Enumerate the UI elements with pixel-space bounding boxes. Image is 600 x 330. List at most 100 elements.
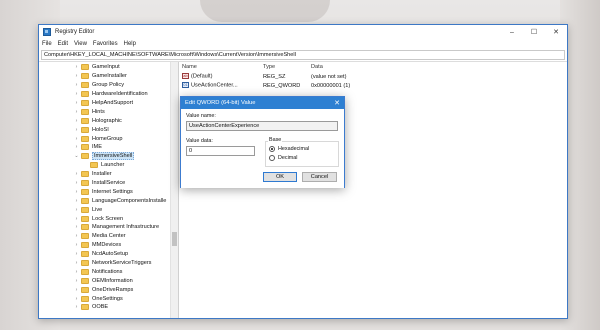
expand-chevron-icon[interactable]: › [72,269,81,275]
tree-item-media-center[interactable]: › Media Center [39,232,170,241]
tree-item-lock-screen[interactable]: › Lock Screen [39,214,170,223]
expand-chevron-icon[interactable]: › [72,296,81,302]
menu-edit[interactable]: Edit [58,41,68,47]
tree-item-hardwareidentification[interactable]: › HardwareIdentification [39,90,170,99]
tree-item-group-policy[interactable]: › Group Policy [39,81,170,90]
tree-item-label: IME [92,144,102,151]
hexadecimal-label[interactable]: Hexadecimal [278,146,309,152]
minimize-button[interactable]: – [501,25,523,39]
tree-item-holographic[interactable]: › Holographic [39,116,170,125]
tree-item-languagecomponentsinstalle[interactable]: › LanguageComponentsInstalle [39,196,170,205]
decimal-radio[interactable] [269,155,275,161]
value-row[interactable]: 01 UseActionCenter... REG_QWORD 0x0000000… [179,81,567,90]
expand-chevron-icon[interactable]: › [72,287,81,293]
tree-item-label: MMDevices [92,242,122,249]
tree-item-internet-settings[interactable]: › Internet Settings [39,187,170,196]
value-row[interactable]: ab (Default) REG_SZ (value not set) [179,72,567,81]
binary-value-icon: 01 [182,82,189,89]
base-group [265,141,339,167]
tree-item-management-infrastructure[interactable]: › Management Infrastructure [39,223,170,232]
dialog-body: Value name: UseActionCenterExperience Va… [181,109,344,188]
tree-item-installservice[interactable]: › InstallService [39,179,170,188]
folder-icon [81,268,89,275]
column-type[interactable]: Type [263,64,311,70]
tree-item-homegroup[interactable]: › HomeGroup [39,134,170,143]
tree-item-oobe[interactable]: › OOBE [39,303,170,312]
tree-item-live[interactable]: › Live [39,205,170,214]
cancel-button[interactable]: Cancel [302,172,337,182]
tree-item-mmdevices[interactable]: › MMDevices [39,241,170,250]
tree-scrollbar[interactable] [170,62,178,318]
expand-chevron-icon[interactable]: › [72,180,81,186]
menu-view[interactable]: View [74,41,87,47]
tree-item-onesettings[interactable]: › OneSettings [39,294,170,303]
tree-item-onedriveramps[interactable]: › OneDriveRamps [39,285,170,294]
tree-item-notifications[interactable]: › Notifications [39,267,170,276]
expand-chevron-icon[interactable]: › [72,260,81,266]
tree-item-launcher[interactable]: Launcher [39,161,170,170]
expand-chevron-icon[interactable]: › [72,127,81,133]
expand-chevron-icon[interactable]: › [72,136,81,142]
tree-item-label: GameInstaller [92,73,127,80]
desktop-background-detail [200,0,330,22]
expand-chevron-icon[interactable]: › [72,189,81,195]
expand-chevron-icon[interactable]: › [72,91,81,97]
title-bar[interactable]: Registry Editor – ☐ ✕ [39,25,567,39]
folder-icon [81,91,89,98]
decimal-label[interactable]: Decimal [278,155,297,161]
value-data-input[interactable]: 0 [186,146,255,156]
menu-file[interactable]: File [42,41,52,47]
expand-chevron-icon[interactable]: › [72,144,81,150]
value-name-field[interactable]: UseActionCenterExperience [186,121,338,131]
expand-chevron-icon[interactable]: › [72,64,81,70]
folder-icon [81,251,89,258]
tree-item-label: Media Center [92,233,126,240]
tree-item-holosi[interactable]: › HoloSI [39,125,170,134]
expand-chevron-icon[interactable]: › [72,207,81,213]
expand-chevron-icon[interactable]: › [72,109,81,115]
ok-button[interactable]: OK [263,172,297,182]
close-button[interactable]: ✕ [545,25,567,39]
tree-item-oeminformation[interactable]: › OEMInformation [39,276,170,285]
tree-item-label: Management Infrastructure [92,224,160,231]
expand-chevron-icon[interactable]: › [72,198,81,204]
folder-icon [81,304,89,311]
folder-icon [81,295,89,302]
values-header: Name Type Data [179,62,567,72]
expand-chevron-icon[interactable]: › [72,73,81,79]
value-name: UseActionCenter... [191,82,238,89]
column-name[interactable]: Name [179,64,263,70]
maximize-button[interactable]: ☐ [523,25,545,39]
collapse-chevron-icon[interactable]: ⌄ [72,153,81,159]
expand-chevron-icon[interactable]: › [72,118,81,124]
tree-scrollbar-thumb[interactable] [172,232,177,246]
column-data[interactable]: Data [311,64,567,70]
tree-item-immersiveshell[interactable]: ⌄ ImmersiveShell [39,152,170,161]
tree-item-gameinstaller[interactable]: › GameInstaller [39,72,170,81]
expand-chevron-icon[interactable]: › [72,242,81,248]
expand-chevron-icon[interactable]: › [72,233,81,239]
menu-favorites[interactable]: Favorites [93,41,118,47]
dialog-title-bar[interactable]: Edit QWORD (64-bit) Value ✕ [181,97,344,109]
expand-chevron-icon[interactable]: › [72,224,81,230]
dialog-close-button[interactable]: ✕ [330,99,344,107]
expand-chevron-icon[interactable]: › [72,100,81,106]
tree-item-hints[interactable]: › Hints [39,107,170,116]
key-tree: › GameInput › GameInstaller › Group Policy › Ha… [39,63,170,312]
expand-chevron-icon[interactable]: › [72,278,81,284]
hexadecimal-radio[interactable] [269,146,275,152]
expand-chevron-icon[interactable]: › [72,171,81,177]
tree-item-gameinput[interactable]: › GameInput [39,63,170,72]
folder-icon [81,277,89,284]
menu-help[interactable]: Help [124,41,136,47]
tree-item-helpandsupport[interactable]: › HelpAndSupport [39,99,170,108]
tree-item-ncdautosetup[interactable]: › NcdAutoSetup [39,250,170,259]
expand-chevron-icon[interactable]: › [72,82,81,88]
tree-item-ime[interactable]: › IME [39,143,170,152]
tree-item-networkservicetriggers[interactable]: › NetworkServiceTriggers [39,259,170,268]
address-bar[interactable]: Computer\HKEY_LOCAL_MACHINE\SOFTWARE\Mic… [41,50,565,60]
tree-item-installer[interactable]: › Installer [39,170,170,179]
expand-chevron-icon[interactable]: › [72,304,81,310]
expand-chevron-icon[interactable]: › [72,216,81,222]
expand-chevron-icon[interactable]: › [72,251,81,257]
